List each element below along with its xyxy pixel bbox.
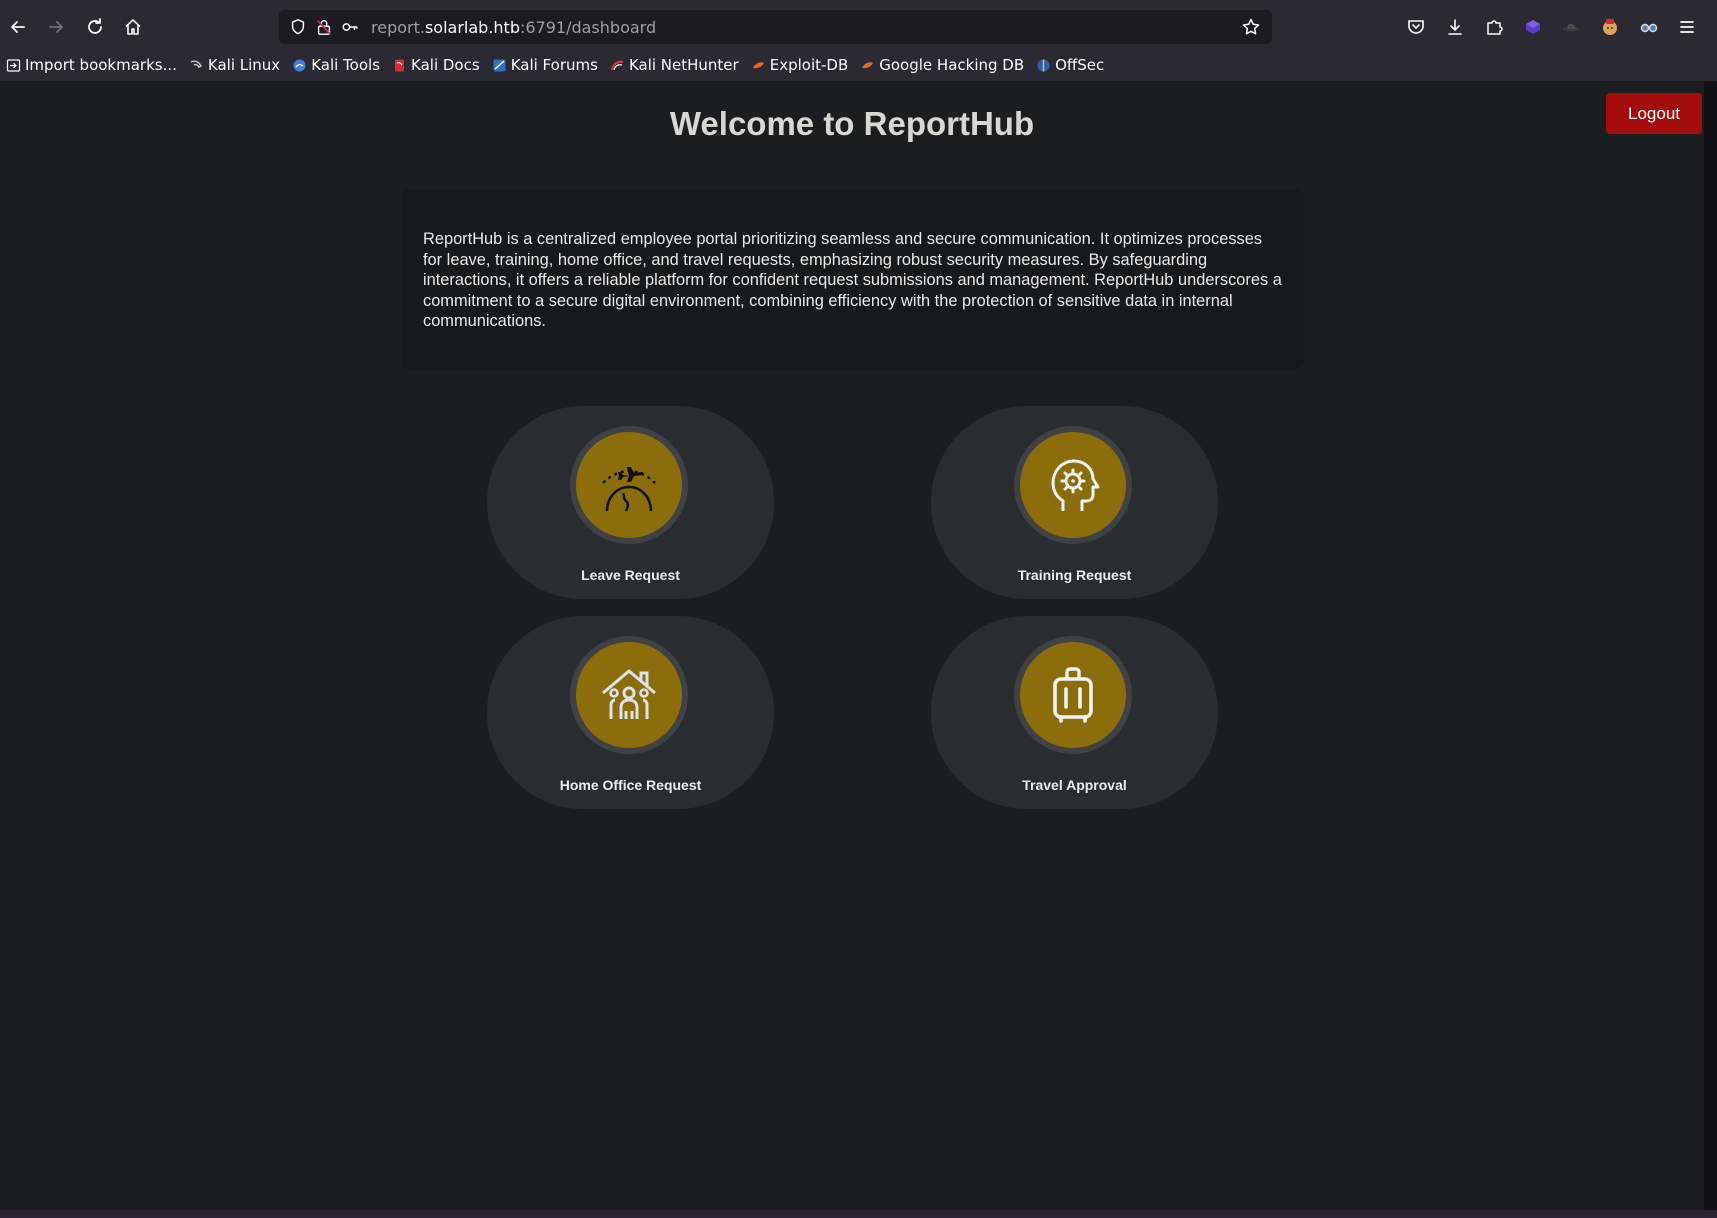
page-title: Welcome to ReportHub bbox=[669, 105, 1035, 142]
training-request-icon-ring bbox=[1014, 426, 1132, 544]
kali-nethunter-icon bbox=[610, 58, 625, 73]
extension-hat-button[interactable] bbox=[1554, 10, 1588, 44]
training-request-icon-disc bbox=[1020, 432, 1126, 538]
bookmark-label: Kali Docs bbox=[411, 56, 480, 74]
forward-arrow-icon bbox=[49, 21, 63, 33]
reload-button[interactable] bbox=[78, 10, 112, 44]
intro-panel: ReportHub is a centralized employee port… bbox=[401, 189, 1304, 369]
window-bottom-edge bbox=[0, 1210, 1717, 1218]
home-family-icon bbox=[602, 669, 656, 719]
bookmark-label: Kali Forums bbox=[510, 56, 598, 74]
kali-tools-icon bbox=[292, 58, 307, 73]
import-icon bbox=[6, 58, 21, 73]
card-label: Leave Request bbox=[581, 567, 680, 583]
extension-avatar-button[interactable] bbox=[1593, 10, 1627, 44]
leave-request-card[interactable]: Leave Request bbox=[487, 406, 774, 599]
browser-chrome: report.solarlab.htb:6791/dashboard Impor… bbox=[0, 0, 1717, 81]
bookmark-exploit-db[interactable]: Exploit-DB bbox=[751, 56, 849, 74]
puzzle-icon bbox=[1487, 20, 1503, 35]
bookmarks-toolbar: Import bookmarks... Kali Linux Kali Tool… bbox=[0, 52, 1717, 78]
luggage-icon bbox=[1053, 667, 1093, 723]
logout-button[interactable]: Logout bbox=[1606, 93, 1702, 134]
leave-request-icon-disc bbox=[576, 432, 682, 538]
home-office-request-icon-disc bbox=[576, 642, 682, 748]
download-icon bbox=[1448, 19, 1462, 35]
bookmark-google-hacking-db[interactable]: Google Hacking DB bbox=[860, 56, 1024, 74]
reload-icon bbox=[88, 18, 102, 34]
training-request-card[interactable]: Training Request bbox=[931, 406, 1218, 599]
travel-approval-icon-ring bbox=[1014, 636, 1132, 754]
travel-approval-icon-disc bbox=[1020, 642, 1126, 748]
home-office-request-card[interactable]: Home Office Request bbox=[487, 616, 774, 809]
bookmark-kali-nethunter[interactable]: Kali NetHunter bbox=[610, 56, 739, 74]
card-label: Training Request bbox=[1017, 567, 1132, 583]
kali-forums-icon bbox=[492, 58, 507, 73]
home-office-request-icon-ring bbox=[570, 636, 688, 754]
bookmark-kali-forums[interactable]: Kali Forums bbox=[492, 56, 598, 74]
kali-dragon-icon bbox=[189, 58, 204, 73]
kali-docs-icon bbox=[392, 58, 407, 73]
window-right-edge bbox=[1704, 81, 1717, 1218]
pocket-icon bbox=[1408, 20, 1424, 34]
head-gear-icon bbox=[1051, 459, 1100, 511]
pocket-button[interactable] bbox=[1399, 10, 1433, 44]
bookmark-offsec[interactable]: OffSec bbox=[1036, 56, 1104, 74]
hamburger-menu-icon bbox=[1680, 21, 1694, 33]
address-bar[interactable]: report.solarlab.htb:6791/dashboard bbox=[279, 10, 1272, 44]
home-icon bbox=[125, 19, 141, 35]
hat-icon bbox=[1563, 24, 1579, 32]
bookmark-kali-linux[interactable]: Kali Linux bbox=[189, 56, 280, 74]
cookie-avatar-icon bbox=[1603, 19, 1617, 35]
extensions-button[interactable] bbox=[1477, 10, 1511, 44]
purple-cube-icon bbox=[1526, 20, 1540, 34]
exploit-db-icon bbox=[751, 58, 766, 73]
key-icon[interactable] bbox=[337, 10, 363, 44]
bookmark-import[interactable]: Import bookmarks... bbox=[6, 56, 177, 74]
url-text: report.solarlab.htb:6791/dashboard bbox=[371, 18, 656, 37]
url-suffix: :6791/dashboard bbox=[519, 17, 657, 37]
bookmark-label: Kali NetHunter bbox=[628, 56, 739, 74]
back-arrow-icon bbox=[11, 21, 25, 33]
bookmark-label: Import bookmarks... bbox=[25, 56, 177, 74]
extension-glasses-button[interactable] bbox=[1632, 10, 1666, 44]
bookmark-label: Kali Linux bbox=[207, 56, 281, 74]
insecure-lock-icon[interactable] bbox=[311, 10, 337, 44]
extension-purple-button[interactable] bbox=[1516, 10, 1550, 44]
browser-toolbar: report.solarlab.htb:6791/dashboard bbox=[0, 6, 1717, 48]
shield-icon[interactable] bbox=[285, 10, 311, 44]
offsec-icon bbox=[1036, 58, 1051, 73]
back-button[interactable] bbox=[1, 10, 35, 44]
spy-glasses-icon bbox=[1640, 23, 1658, 33]
bookmark-label: Exploit-DB bbox=[769, 56, 849, 74]
bookmark-label: Kali Tools bbox=[311, 56, 381, 74]
url-host: solarlab.htb bbox=[424, 17, 520, 37]
travel-approval-card[interactable]: Travel Approval bbox=[931, 616, 1218, 809]
url-prefix: report. bbox=[371, 17, 425, 37]
plane-over-globe-icon bbox=[602, 467, 656, 512]
bookmark-label: OffSec bbox=[1055, 56, 1105, 74]
leave-request-icon-ring bbox=[570, 426, 688, 544]
reporthub-dashboard: Welcome to ReportHub Logout ReportHub is… bbox=[0, 81, 1704, 1210]
intro-text: ReportHub is a centralized employee port… bbox=[423, 230, 1282, 330]
bookmark-star-icon[interactable] bbox=[1236, 10, 1266, 44]
forward-button[interactable] bbox=[39, 10, 73, 44]
downloads-button[interactable] bbox=[1438, 10, 1472, 44]
card-label: Travel Approval bbox=[1022, 777, 1127, 793]
bookmark-kali-tools[interactable]: Kali Tools bbox=[292, 56, 380, 74]
app-menu-button[interactable] bbox=[1670, 10, 1704, 44]
bookmark-label: Google Hacking DB bbox=[879, 56, 1025, 74]
card-label: Home Office Request bbox=[559, 777, 702, 793]
home-button[interactable] bbox=[116, 10, 150, 44]
bookmark-kali-docs[interactable]: Kali Docs bbox=[392, 56, 480, 74]
ghdb-icon bbox=[860, 58, 875, 73]
